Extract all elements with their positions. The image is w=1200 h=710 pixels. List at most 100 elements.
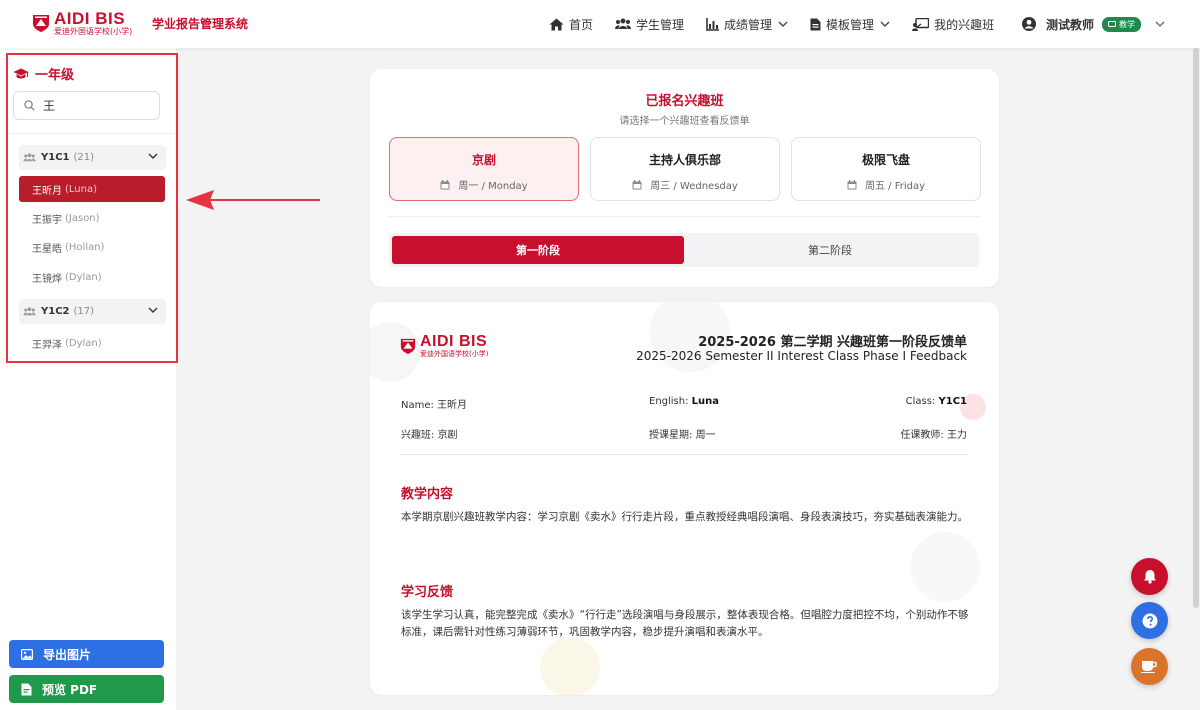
- user-avatar-icon: [1022, 17, 1036, 31]
- info-course-label: 兴趣班:: [401, 430, 435, 441]
- logo-main-text: AIDI BIS: [420, 333, 488, 350]
- report-logo: AIDI BIS 爱迪外国语学校(小学): [400, 334, 488, 358]
- export-image-button[interactable]: 导出图片: [9, 640, 164, 668]
- info-class-value: Y1C1: [938, 396, 968, 407]
- student-name-cn: 王镜烨: [32, 273, 62, 285]
- school-logo[interactable]: AIDI BIS 爱迪外国语学校(小学): [32, 10, 132, 36]
- help-button[interactable]: [1131, 602, 1168, 639]
- student-search[interactable]: [13, 91, 160, 120]
- enrolled-classes-subtitle: 请选择一个兴趣班查看反馈单: [619, 116, 750, 127]
- logo-main-text: AIDI BIS: [54, 9, 126, 28]
- top-navbar: AIDI BIS 爱迪外国语学校(小学) 学业报告管理系统 首页 学生管理 成绩…: [0, 0, 1200, 48]
- class-group-y1c2[interactable]: Y1C2 (17): [19, 299, 166, 324]
- info-course-value: 京剧: [437, 430, 458, 441]
- nav-my-classes[interactable]: 我的兴趣班: [912, 16, 994, 33]
- info-teacher-value: 王力: [947, 430, 967, 441]
- student-item[interactable]: 王昕月 (Luna): [19, 176, 165, 202]
- student-name-cn: 王昕月: [32, 185, 62, 197]
- class-option-peking-opera[interactable]: 京剧 周一 / Monday: [389, 137, 579, 201]
- coffee-icon: [1141, 661, 1157, 673]
- nav-students[interactable]: 学生管理: [615, 16, 684, 33]
- class-option-host-club[interactable]: 主持人俱乐部 周三 / Wednesday: [590, 137, 780, 201]
- file-icon: [810, 18, 821, 30]
- sidebar-divider: [8, 133, 176, 134]
- nav-home[interactable]: 首页: [549, 16, 593, 33]
- role-badge-label: 教学: [1119, 19, 1136, 29]
- feedback-report-card: AIDI BIS 爱迪外国语学校(小学) 2025-2026 第二学期 兴趣班第…: [370, 302, 999, 695]
- preview-pdf-label: 预览 PDF: [42, 682, 98, 697]
- logo-sub-text: 爱迪外国语学校(小学): [54, 27, 133, 36]
- notification-button[interactable]: [1131, 558, 1168, 595]
- teaching-content-text: 本学期京剧兴趣班教学内容：学习京剧《卖水》行行走片段，重点教授经典唱段演唱、身段…: [401, 511, 968, 523]
- info-course: 兴趣班: 京剧: [401, 426, 458, 441]
- home-icon: [549, 18, 564, 30]
- student-item[interactable]: 王镜烨 (Dylan): [19, 264, 165, 290]
- info-day: 授课星期: 周一: [649, 426, 716, 441]
- bell-icon: [1143, 570, 1156, 584]
- export-image-label: 导出图片: [43, 647, 92, 662]
- info-name-label: Name:: [401, 400, 434, 411]
- search-icon: [24, 100, 35, 111]
- student-name-cn: 王星皓: [32, 243, 62, 255]
- users-icon: [615, 18, 632, 29]
- class-icon: [912, 17, 930, 31]
- info-name: Name: 王昕月: [401, 396, 467, 411]
- info-class-label: Class:: [905, 396, 936, 407]
- enrolled-classes-title: 已报名兴趣班: [645, 94, 724, 109]
- background-decoration: [910, 532, 980, 602]
- class-option-ultimate-frisbee[interactable]: 极限飞盘 周五 / Friday: [791, 137, 981, 201]
- student-name-cn: 王振宇: [32, 214, 62, 226]
- student-name-en: (Dylan): [65, 271, 102, 283]
- chat-icon: [1108, 20, 1117, 27]
- report-divider: [401, 454, 967, 455]
- role-badge: 教学: [1102, 16, 1142, 32]
- student-name-cn: 王羿泽: [32, 339, 62, 351]
- class-group-name: Y1C2: [41, 306, 70, 317]
- info-teacher: 任课教师: 王力: [900, 426, 967, 441]
- class-option-name: 京剧: [471, 153, 496, 167]
- nav-templates[interactable]: 模板管理: [810, 16, 890, 33]
- user-name: 测试教师: [1046, 17, 1095, 32]
- info-english: English: Luna: [649, 396, 719, 407]
- coffee-button[interactable]: [1131, 648, 1168, 685]
- student-name-en: (Hollan): [65, 241, 105, 253]
- tab-phase-2[interactable]: 第二阶段: [684, 236, 976, 264]
- chevron-down-icon: [148, 307, 158, 313]
- nav-home-label: 首页: [569, 17, 594, 32]
- class-option-day: 周一 / Monday: [458, 181, 528, 192]
- nav-grades[interactable]: 成绩管理: [706, 16, 788, 33]
- calendar-icon: [632, 179, 642, 189]
- grade-label: 一年级: [35, 68, 75, 83]
- users-icon: [23, 153, 36, 162]
- student-item[interactable]: 王振宇 (Jason): [19, 205, 165, 231]
- student-item[interactable]: 王星皓 (Hollan): [19, 234, 165, 260]
- graduation-cap-icon: [13, 68, 29, 78]
- image-icon: [21, 648, 33, 660]
- nav-templates-label: 模板管理: [826, 17, 875, 32]
- class-group-count: (17): [73, 306, 95, 317]
- info-class: Class: Y1C1: [906, 396, 967, 407]
- student-item[interactable]: 王羿泽 (Dylan): [19, 330, 165, 356]
- class-group-count: (21): [73, 152, 95, 163]
- help-icon: [1142, 613, 1157, 628]
- grade-heading: 一年级: [13, 64, 74, 83]
- user-menu[interactable]: 测试教师 教学: [1022, 0, 1165, 48]
- nav-students-label: 学生管理: [636, 17, 685, 32]
- main-nav: 首页 学生管理 成绩管理 模板管理 我的兴趣班: [549, 0, 1016, 48]
- info-teacher-label: 任课教师:: [900, 430, 944, 441]
- report-title-en: 2025-2026 Semester II Interest Class Pha…: [636, 349, 967, 363]
- report-title-cn: 2025-2026 第二学期 兴趣班第一阶段反馈单: [698, 335, 967, 350]
- nav-grades-label: 成绩管理: [724, 17, 773, 32]
- info-english-label: English:: [649, 396, 689, 407]
- info-day-value: 周一: [695, 430, 716, 441]
- learning-feedback-text: 该学生学习认真，能完整完成《卖水》“行行走”选段演唱与身段展示，整体表现合格。但…: [401, 609, 969, 638]
- class-group-y1c1[interactable]: Y1C1 (21): [19, 145, 166, 170]
- pdf-icon: [21, 683, 32, 695]
- enrolled-classes-card: 已报名兴趣班 请选择一个兴趣班查看反馈单 京剧 周一 / Monday 主持人俱…: [370, 69, 999, 287]
- page-scrollbar[interactable]: [1193, 48, 1199, 608]
- preview-pdf-button[interactable]: 预览 PDF: [9, 675, 164, 703]
- tab-phase-1[interactable]: 第一阶段: [392, 236, 684, 264]
- chart-icon: [706, 17, 720, 31]
- search-input[interactable]: [43, 98, 143, 113]
- info-english-value: Luna: [691, 396, 720, 407]
